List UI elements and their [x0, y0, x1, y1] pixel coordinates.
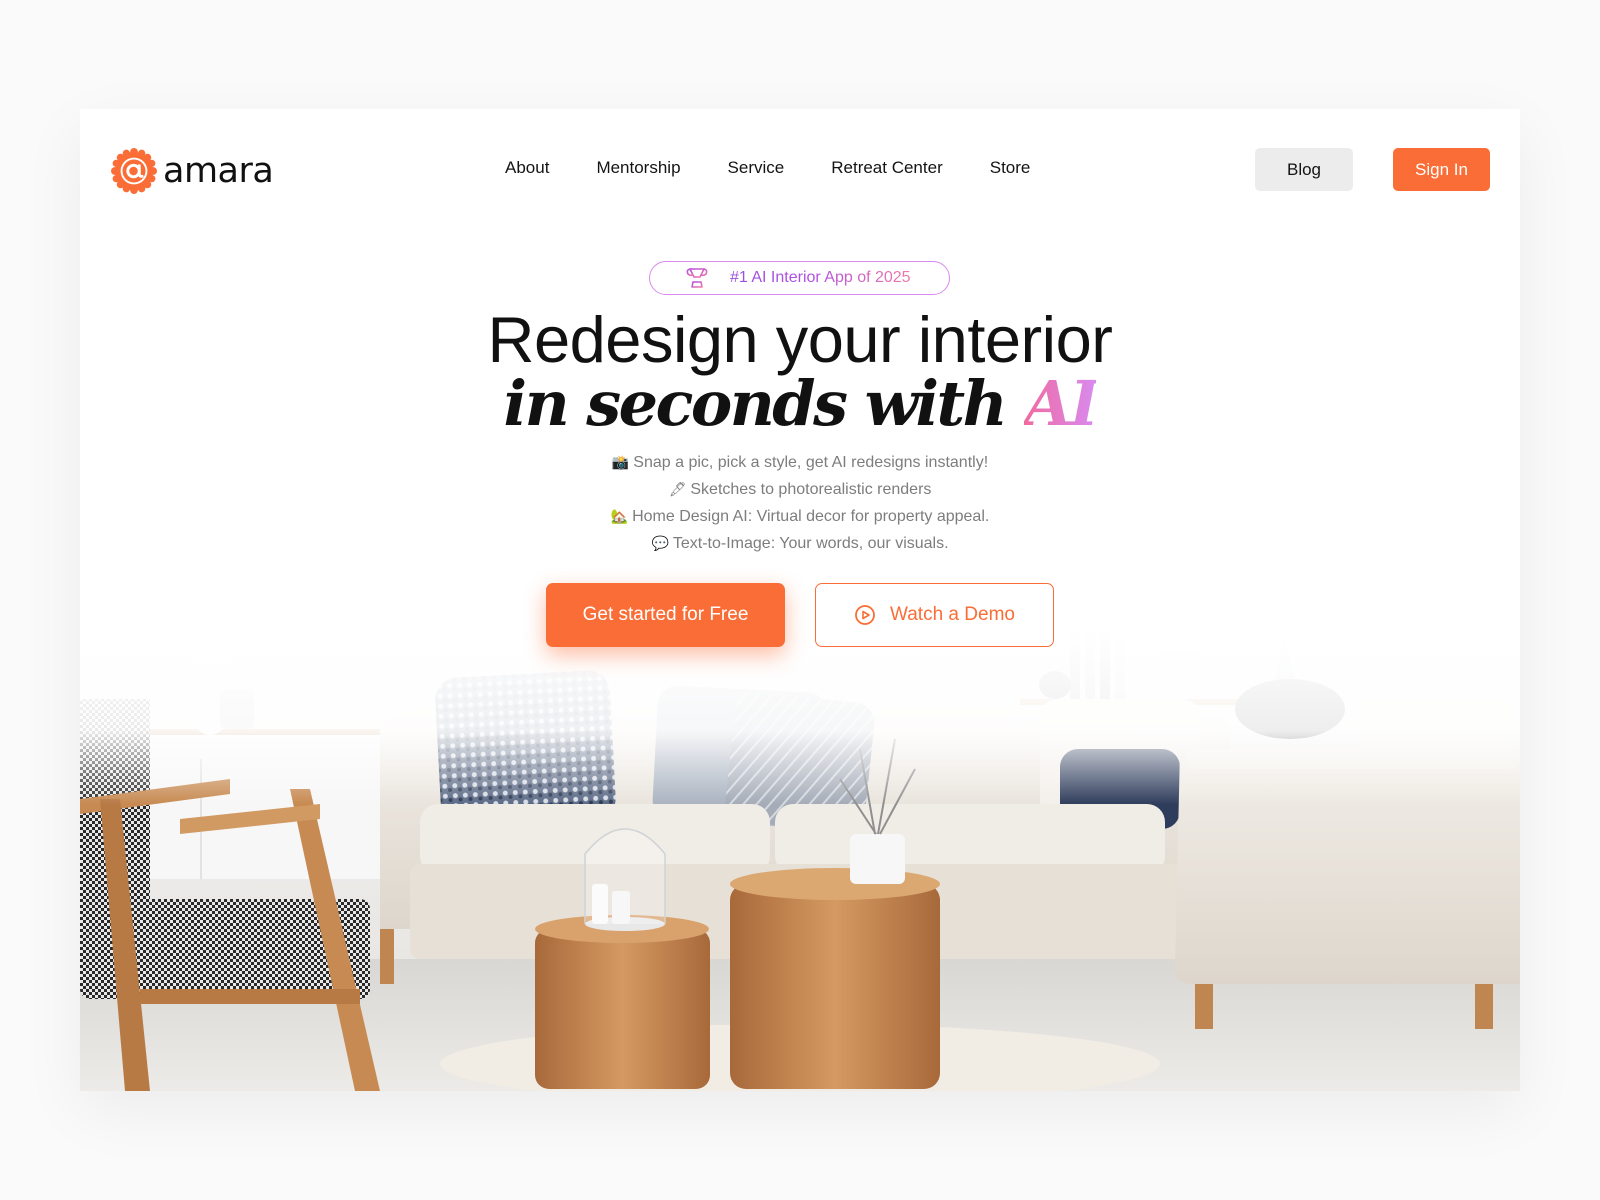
sign-in-button[interactable]: Sign In — [1393, 148, 1490, 191]
house-icon: 🏡 — [610, 508, 629, 524]
nav-link-store[interactable]: Store — [990, 157, 1031, 179]
living-room-illustration — [80, 629, 1520, 1091]
nav-link-mentorship[interactable]: Mentorship — [596, 157, 680, 179]
badge-text: #1 AI Interior App of 2025 — [730, 269, 911, 286]
landing-page: amara About Mentorship Service Retreat C… — [80, 109, 1520, 1091]
feature-text: Text-to-Image: Your words, our visuals. — [672, 535, 949, 552]
headline-secondary-text: in seconds with — [503, 367, 1008, 440]
nav-link-about[interactable]: About — [505, 157, 549, 179]
trophy-icon — [686, 268, 708, 288]
feature-text: Snap a pic, pick a style, get AI redesig… — [633, 454, 989, 471]
nav-link-retreat-center[interactable]: Retreat Center — [831, 157, 943, 179]
top-navigation: amara About Mentorship Service Retreat C… — [80, 109, 1520, 229]
feature-list: 📸 Snap a pic, pick a style, get AI redesi… — [80, 449, 1520, 557]
feature-text: Home Design AI: Virtual decor for proper… — [632, 508, 990, 525]
pen-icon: 🖋 — [668, 481, 687, 497]
brand-logo[interactable]: amara — [111, 147, 274, 195]
play-circle-icon — [855, 605, 875, 625]
headline-primary: Redesign your interior — [487, 303, 1113, 376]
feature-item: 🖋 Sketches to photorealistic renders — [80, 476, 1520, 503]
feature-text: Sketches to photorealistic renders — [690, 481, 932, 498]
speech-bubble-icon: 💬 — [651, 535, 669, 551]
feature-item: 📸 Snap a pic, pick a style, get AI redesi… — [80, 449, 1520, 476]
at-sign-badge-icon — [111, 148, 157, 194]
get-started-button[interactable]: Get started for Free — [546, 583, 785, 647]
headline-ai-highlight: AI — [1024, 367, 1099, 440]
blog-button[interactable]: Blog — [1255, 148, 1353, 191]
watch-demo-button[interactable]: Watch a Demo — [815, 583, 1054, 647]
headline-secondary: in seconds with AI — [80, 369, 1520, 439]
camera-icon: 📸 — [611, 454, 630, 470]
main-menu: About Mentorship Service Retreat Center … — [505, 157, 1030, 179]
feature-item: 💬 Text-to-Image: Your words, our visuals. — [80, 530, 1520, 557]
award-badge: #1 AI Interior App of 2025 — [649, 261, 950, 295]
brand-name: amara — [163, 150, 274, 191]
nav-link-service[interactable]: Service — [728, 157, 785, 179]
living-room-hero-image — [80, 629, 1520, 1091]
watch-demo-label: Watch a Demo — [890, 604, 1015, 625]
feature-item: 🏡 Home Design AI: Virtual decor for prope… — [80, 503, 1520, 530]
